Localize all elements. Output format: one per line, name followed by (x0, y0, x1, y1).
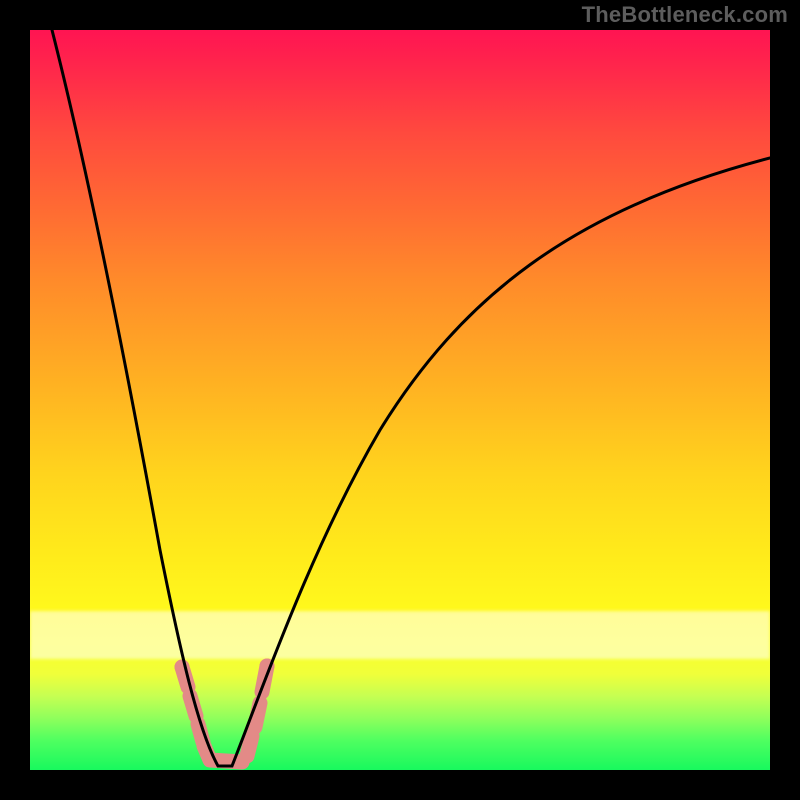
chart-stage: TheBottleneck.com (0, 0, 800, 800)
accent-group (175, 659, 275, 763)
watermark-text: TheBottleneck.com (582, 2, 788, 28)
bottleneck-curve (52, 30, 770, 766)
curve-layer (30, 30, 770, 770)
plot-area (30, 30, 770, 770)
